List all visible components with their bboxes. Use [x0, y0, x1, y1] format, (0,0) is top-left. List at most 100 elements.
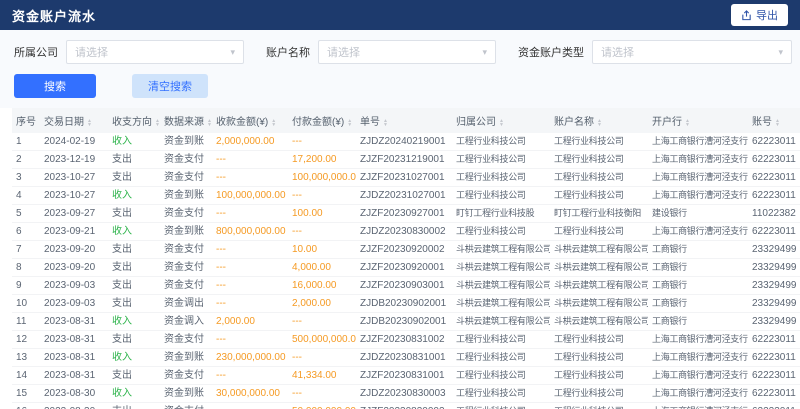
cell-no: 15 — [12, 385, 40, 403]
sort-icon[interactable]: ▲▼ — [347, 119, 352, 127]
cell-no: 14 — [12, 367, 40, 385]
table-row: 122023-08-31支出资金支付---500,000,000.00ZJZF2… — [12, 331, 800, 349]
cell-bank: 上海工商银行漕河泾支行 — [648, 133, 748, 151]
cell-payment: --- — [288, 133, 356, 151]
cell-account: 工程行业科技公司 — [550, 187, 648, 205]
cell-receipt: --- — [212, 295, 288, 313]
cell-direction: 支出 — [108, 259, 160, 277]
cell-receipt: 230,000,000.00 — [212, 349, 288, 367]
cell-direction: 支出 — [108, 169, 160, 187]
cell-receipt: 2,000,000.00 — [212, 133, 288, 151]
chevron-down-icon: ▾ — [778, 48, 783, 57]
cell-no: 3 — [12, 169, 40, 187]
company-select[interactable]: 请选择 ▾ — [66, 40, 244, 64]
company-filter-label: 所属公司 — [14, 44, 58, 60]
column-header-order_no[interactable]: 单号▲▼ — [356, 108, 452, 133]
company-select-placeholder: 请选择 — [75, 44, 108, 60]
chevron-down-icon: ▾ — [482, 48, 487, 57]
cell-receipt: --- — [212, 241, 288, 259]
table-row: 92023-09-03支出资金支付---16,000.00ZJZF2023090… — [12, 277, 800, 295]
cell-no: 7 — [12, 241, 40, 259]
column-header-receipt[interactable]: 收款金额(¥)▲▼ — [212, 108, 288, 133]
table-row: 142023-08-31支出资金支付---41,334.00ZJZF202308… — [12, 367, 800, 385]
cell-receipt: --- — [212, 403, 288, 409]
table-row: 32023-10-27支出资金支付---100,000,000.00ZJZF20… — [12, 169, 800, 187]
sort-down-caret: ▼ — [597, 123, 602, 127]
table-row: 152023-08-30收入资金到账30,000,000.00---ZJDZ20… — [12, 385, 800, 403]
cell-direction: 支出 — [108, 241, 160, 259]
cell-source: 资金到账 — [160, 133, 212, 151]
sort-icon[interactable]: ▲▼ — [87, 119, 92, 127]
filter-bar: 所属公司 请选择 ▾ 账户名称 请选择 ▾ 资金账户类型 请选择 ▾ 展开筛选 — [0, 30, 800, 70]
account-name-select[interactable]: 请选择 ▾ — [318, 40, 496, 64]
cell-bank: 上海工商银行漕河泾支行 — [648, 385, 748, 403]
action-button-row: 搜索 清空搜索 — [0, 70, 800, 108]
column-header-date[interactable]: 交易日期▲▼ — [40, 108, 108, 133]
cell-date: 2023-09-03 — [40, 277, 108, 295]
cell-company: 工程行业科技公司 — [452, 133, 550, 151]
cell-date: 2023-09-27 — [40, 205, 108, 223]
table-row: 82023-09-20支出资金支付---4,000.00ZJZF20230920… — [12, 259, 800, 277]
cell-source: 资金到账 — [160, 187, 212, 205]
sort-icon[interactable]: ▲▼ — [383, 119, 388, 127]
cell-payment: 100,000,000.00 — [288, 169, 356, 187]
cell-direction: 收入 — [108, 187, 160, 205]
cell-account_no: 62223011 — [748, 349, 800, 367]
filter-account-type: 资金账户类型 请选择 ▾ — [518, 40, 792, 64]
cell-receipt: --- — [212, 277, 288, 295]
cell-order_no: ZJZF20230831001 — [356, 367, 452, 385]
cell-bank: 上海工商银行漕河泾支行 — [648, 223, 748, 241]
cell-payment: --- — [288, 349, 356, 367]
column-label-account: 账户名称 — [554, 117, 594, 128]
table-row: 132023-08-31收入资金到账230,000,000.00---ZJDZ2… — [12, 349, 800, 367]
table-row: 22023-12-19支出资金支付---17,200.00ZJZF2023121… — [12, 151, 800, 169]
column-header-account[interactable]: 账户名称▲▼ — [550, 108, 648, 133]
cell-account: 工程行业科技公司 — [550, 403, 648, 409]
cell-account_no: 62223011 — [748, 223, 800, 241]
search-button[interactable]: 搜索 — [14, 74, 96, 98]
cell-direction: 收入 — [108, 349, 160, 367]
cell-bank: 工商银行 — [648, 259, 748, 277]
cell-bank: 上海工商银行漕河泾支行 — [648, 403, 748, 409]
cell-order_no: ZJZF20230920002 — [356, 241, 452, 259]
cell-receipt: --- — [212, 205, 288, 223]
cell-receipt: 100,000,000.00 — [212, 187, 288, 205]
cell-company: 工程行业科技公司 — [452, 169, 550, 187]
sort-icon[interactable]: ▲▼ — [685, 119, 690, 127]
sort-icon[interactable]: ▲▼ — [499, 119, 504, 127]
cell-account_no: 23329499 — [748, 259, 800, 277]
clear-search-button[interactable]: 清空搜索 — [132, 74, 208, 98]
sort-icon[interactable]: ▲▼ — [155, 119, 160, 127]
export-button[interactable]: 导出 — [731, 4, 788, 26]
cell-account: 盯钉工程行业科技衡阳 — [550, 205, 648, 223]
flow-table-body: 12024-02-19收入资金到账2,000,000.00---ZJDZ2024… — [12, 133, 800, 409]
column-header-account_no[interactable]: 账号▲▼ — [748, 108, 800, 133]
cell-source: 资金调出 — [160, 295, 212, 313]
column-header-direction[interactable]: 收支方向▲▼ — [108, 108, 160, 133]
sort-icon[interactable]: ▲▼ — [597, 119, 602, 127]
cell-bank: 工商银行 — [648, 295, 748, 313]
cell-direction: 收入 — [108, 223, 160, 241]
cell-no: 8 — [12, 259, 40, 277]
cell-no: 6 — [12, 223, 40, 241]
column-header-source[interactable]: 数据来源▲▼ — [160, 108, 212, 133]
cell-account_no: 23329499 — [748, 241, 800, 259]
cell-payment: 100.00 — [288, 205, 356, 223]
column-header-company[interactable]: 归属公司▲▼ — [452, 108, 550, 133]
cell-no: 16 — [12, 403, 40, 409]
cell-source: 资金支付 — [160, 331, 212, 349]
table-row: 162023-08-30支出资金支付---50,000,000.00ZJZF20… — [12, 403, 800, 409]
column-header-bank[interactable]: 开户行▲▼ — [648, 108, 748, 133]
cell-direction: 收入 — [108, 313, 160, 331]
sort-icon[interactable]: ▲▼ — [775, 119, 780, 127]
sort-icon[interactable]: ▲▼ — [271, 119, 276, 127]
column-header-payment[interactable]: 付款金额(¥)▲▼ — [288, 108, 356, 133]
cell-account: 工程行业科技公司 — [550, 331, 648, 349]
cell-no: 1 — [12, 133, 40, 151]
sort-icon[interactable]: ▲▼ — [207, 119, 212, 127]
cell-receipt: 2,000.00 — [212, 313, 288, 331]
column-label-payment: 付款金额(¥) — [292, 117, 344, 128]
table-row: 42023-10-27收入资金到账100,000,000.00---ZJDZ20… — [12, 187, 800, 205]
filter-company: 所属公司 请选择 ▾ — [14, 40, 244, 64]
account-type-select[interactable]: 请选择 ▾ — [592, 40, 792, 64]
